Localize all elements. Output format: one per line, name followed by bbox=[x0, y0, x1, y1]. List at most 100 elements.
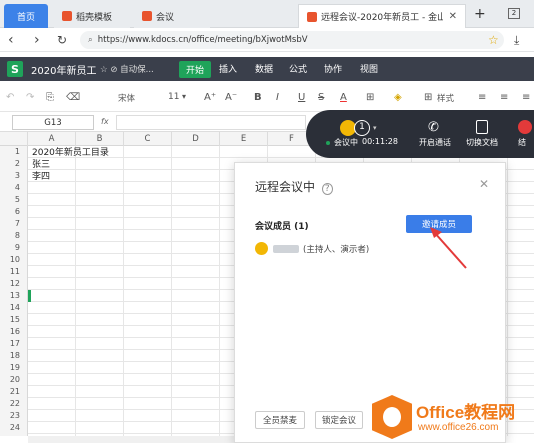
help-icon[interactable]: ? bbox=[321, 183, 333, 195]
row-header-item[interactable]: 21 bbox=[0, 386, 28, 398]
member-avatar bbox=[255, 242, 268, 255]
meeting-timer: 00:11:28 bbox=[362, 137, 398, 146]
bookmark-star-icon[interactable]: ☆ bbox=[488, 32, 499, 48]
align-center-icon[interactable]: ≡ bbox=[500, 92, 508, 103]
menu-collaborate[interactable]: 协作 bbox=[324, 62, 342, 75]
row-header-item[interactable]: 11 bbox=[0, 266, 28, 278]
participant-count-badge[interactable]: 1 bbox=[354, 120, 370, 136]
format-painter-icon[interactable]: ⎘ bbox=[46, 92, 54, 103]
menu-data[interactable]: 数据 bbox=[255, 62, 273, 75]
row-header-item[interactable]: 20 bbox=[0, 374, 28, 386]
align-left-icon[interactable]: ≡ bbox=[478, 92, 486, 103]
menu-start[interactable]: 开始 bbox=[179, 61, 212, 78]
switch-doc-icon[interactable] bbox=[476, 120, 488, 134]
table-style-label[interactable]: 样式 bbox=[437, 92, 454, 104]
row-header-item[interactable]: 22 bbox=[0, 398, 28, 410]
font-size-select[interactable]: 11 bbox=[168, 92, 179, 102]
cell-a1[interactable]: 2020年新员工目录 bbox=[32, 147, 109, 159]
row-header-item[interactable]: 5 bbox=[0, 194, 28, 206]
members-label: 会议成员 (1) bbox=[255, 222, 309, 232]
formula-input[interactable] bbox=[116, 115, 306, 130]
underline-button[interactable]: U bbox=[298, 92, 305, 103]
row-header-item[interactable]: 6 bbox=[0, 206, 28, 218]
cell-a3[interactable]: 李四 bbox=[32, 171, 50, 183]
selected-cell-marker bbox=[28, 290, 31, 302]
eraser-icon[interactable]: ⌫ bbox=[66, 92, 80, 103]
row-header-item[interactable]: 17 bbox=[0, 338, 28, 350]
forward-icon[interactable]: › bbox=[34, 32, 40, 48]
close-icon[interactable]: ✕ bbox=[479, 177, 489, 191]
font-family-select[interactable]: 宋体 bbox=[118, 92, 135, 104]
row-header-item[interactable]: 18 bbox=[0, 350, 28, 362]
row-header: 1 2 3 4 5 6 7 8 9 10 11 12 13 14 15 16 1… bbox=[0, 146, 28, 436]
participant-caret-icon[interactable]: ▾ bbox=[373, 124, 377, 132]
font-size-caret-icon[interactable]: ▾ bbox=[182, 92, 186, 101]
menu-formula[interactable]: 公式 bbox=[289, 62, 307, 75]
align-right-icon[interactable]: ≡ bbox=[522, 92, 530, 103]
row-header-item[interactable]: 14 bbox=[0, 302, 28, 314]
redo-icon[interactable]: ↷ bbox=[26, 92, 34, 103]
menu-insert[interactable]: 插入 bbox=[219, 62, 237, 75]
switch-doc-button[interactable]: 切换文档 bbox=[466, 137, 498, 148]
doc-title[interactable]: 2020年新员工 bbox=[31, 62, 96, 77]
column-c-header[interactable]: C bbox=[124, 132, 172, 146]
fill-color-icon[interactable]: ◈ bbox=[394, 92, 402, 103]
tab-home[interactable]: 首页 bbox=[4, 4, 48, 28]
row-header-item[interactable]: 23 bbox=[0, 410, 28, 422]
border-icon[interactable]: ⊞ bbox=[366, 92, 374, 103]
column-a-header[interactable]: A bbox=[28, 132, 76, 146]
select-all-corner[interactable] bbox=[0, 132, 28, 146]
italic-button[interactable]: I bbox=[276, 92, 279, 103]
undo-icon[interactable]: ↶ bbox=[6, 92, 14, 103]
row-header-item[interactable]: 3 bbox=[0, 170, 28, 182]
shrink-font-button[interactable]: A⁻ bbox=[225, 92, 237, 103]
back-icon[interactable]: ‹ bbox=[8, 32, 14, 48]
strikethrough-button[interactable]: S bbox=[318, 92, 324, 103]
tab-close-icon[interactable]: ✕ bbox=[449, 11, 457, 22]
end-meeting-button[interactable]: 结 bbox=[518, 137, 526, 148]
column-d-header[interactable]: D bbox=[172, 132, 220, 146]
tab-remote-meeting[interactable]: 远程会议-2020年新员工 - 金山文档 ✕ bbox=[298, 4, 466, 28]
autosave-status: ☆ ⊘ 自动保... bbox=[100, 65, 154, 75]
mute-all-button[interactable]: 全员禁麦 bbox=[255, 411, 305, 429]
font-color-button[interactable]: A bbox=[340, 92, 347, 103]
name-box[interactable]: G13 bbox=[12, 115, 94, 130]
tab-meeting[interactable]: 会议 bbox=[134, 4, 210, 28]
watermark-brand: Office教程网 bbox=[416, 403, 516, 422]
url-field[interactable]: ⌕ https://www.kdocs.cn/office/meeting/bX… bbox=[80, 31, 504, 49]
reload-icon[interactable]: ↻ bbox=[57, 32, 67, 48]
download-icon[interactable]: ⤓ bbox=[514, 32, 519, 48]
menu-view[interactable]: 视图 bbox=[360, 62, 378, 75]
row-header-item[interactable]: 12 bbox=[0, 278, 28, 290]
row-header-item[interactable]: 16 bbox=[0, 326, 28, 338]
app-logo: S bbox=[7, 61, 23, 77]
table-style-icon[interactable]: ⊞ bbox=[424, 92, 432, 103]
row-header-item[interactable]: 24 bbox=[0, 422, 28, 434]
start-call-button[interactable]: 开启通话 bbox=[419, 137, 451, 148]
row-header-item[interactable]: 7 bbox=[0, 218, 28, 230]
templates-favicon-icon bbox=[62, 11, 72, 21]
column-b-header[interactable]: B bbox=[76, 132, 124, 146]
cell-a2[interactable]: 张三 bbox=[32, 159, 50, 171]
end-meeting-icon[interactable] bbox=[518, 120, 532, 134]
row-header-item[interactable]: 9 bbox=[0, 242, 28, 254]
row-header-item[interactable]: 13 bbox=[0, 290, 28, 302]
row-header-item[interactable]: 8 bbox=[0, 230, 28, 242]
grow-font-button[interactable]: A⁺ bbox=[204, 92, 216, 103]
row-header-item[interactable]: 4 bbox=[0, 182, 28, 194]
lock-meeting-button[interactable]: 锁定会议 bbox=[315, 411, 363, 429]
bold-button[interactable]: B bbox=[254, 92, 262, 103]
horizontal-scrollbar[interactable] bbox=[28, 436, 234, 443]
dialog-title: 远程会议中 ? bbox=[255, 178, 333, 195]
row-header-item[interactable]: 10 bbox=[0, 254, 28, 266]
tab-templates[interactable]: 稻壳模板 bbox=[54, 4, 130, 28]
row-header-item[interactable]: 2 bbox=[0, 158, 28, 170]
row-header-item[interactable]: 19 bbox=[0, 362, 28, 374]
column-e-header[interactable]: E bbox=[220, 132, 268, 146]
phone-icon[interactable]: ✆ bbox=[428, 120, 439, 135]
row-header-item[interactable]: 1 bbox=[0, 146, 28, 158]
new-tab-button[interactable]: + bbox=[474, 6, 486, 22]
format-toolbar: ↶ ↷ ⎘ ⌫ 宋体 11 ▾ A⁺ A⁻ B I U S A ⊞ ◈ ⊞ 样式… bbox=[0, 86, 534, 112]
tab-count-badge[interactable]: 2 bbox=[508, 8, 520, 19]
row-header-item[interactable]: 15 bbox=[0, 314, 28, 326]
